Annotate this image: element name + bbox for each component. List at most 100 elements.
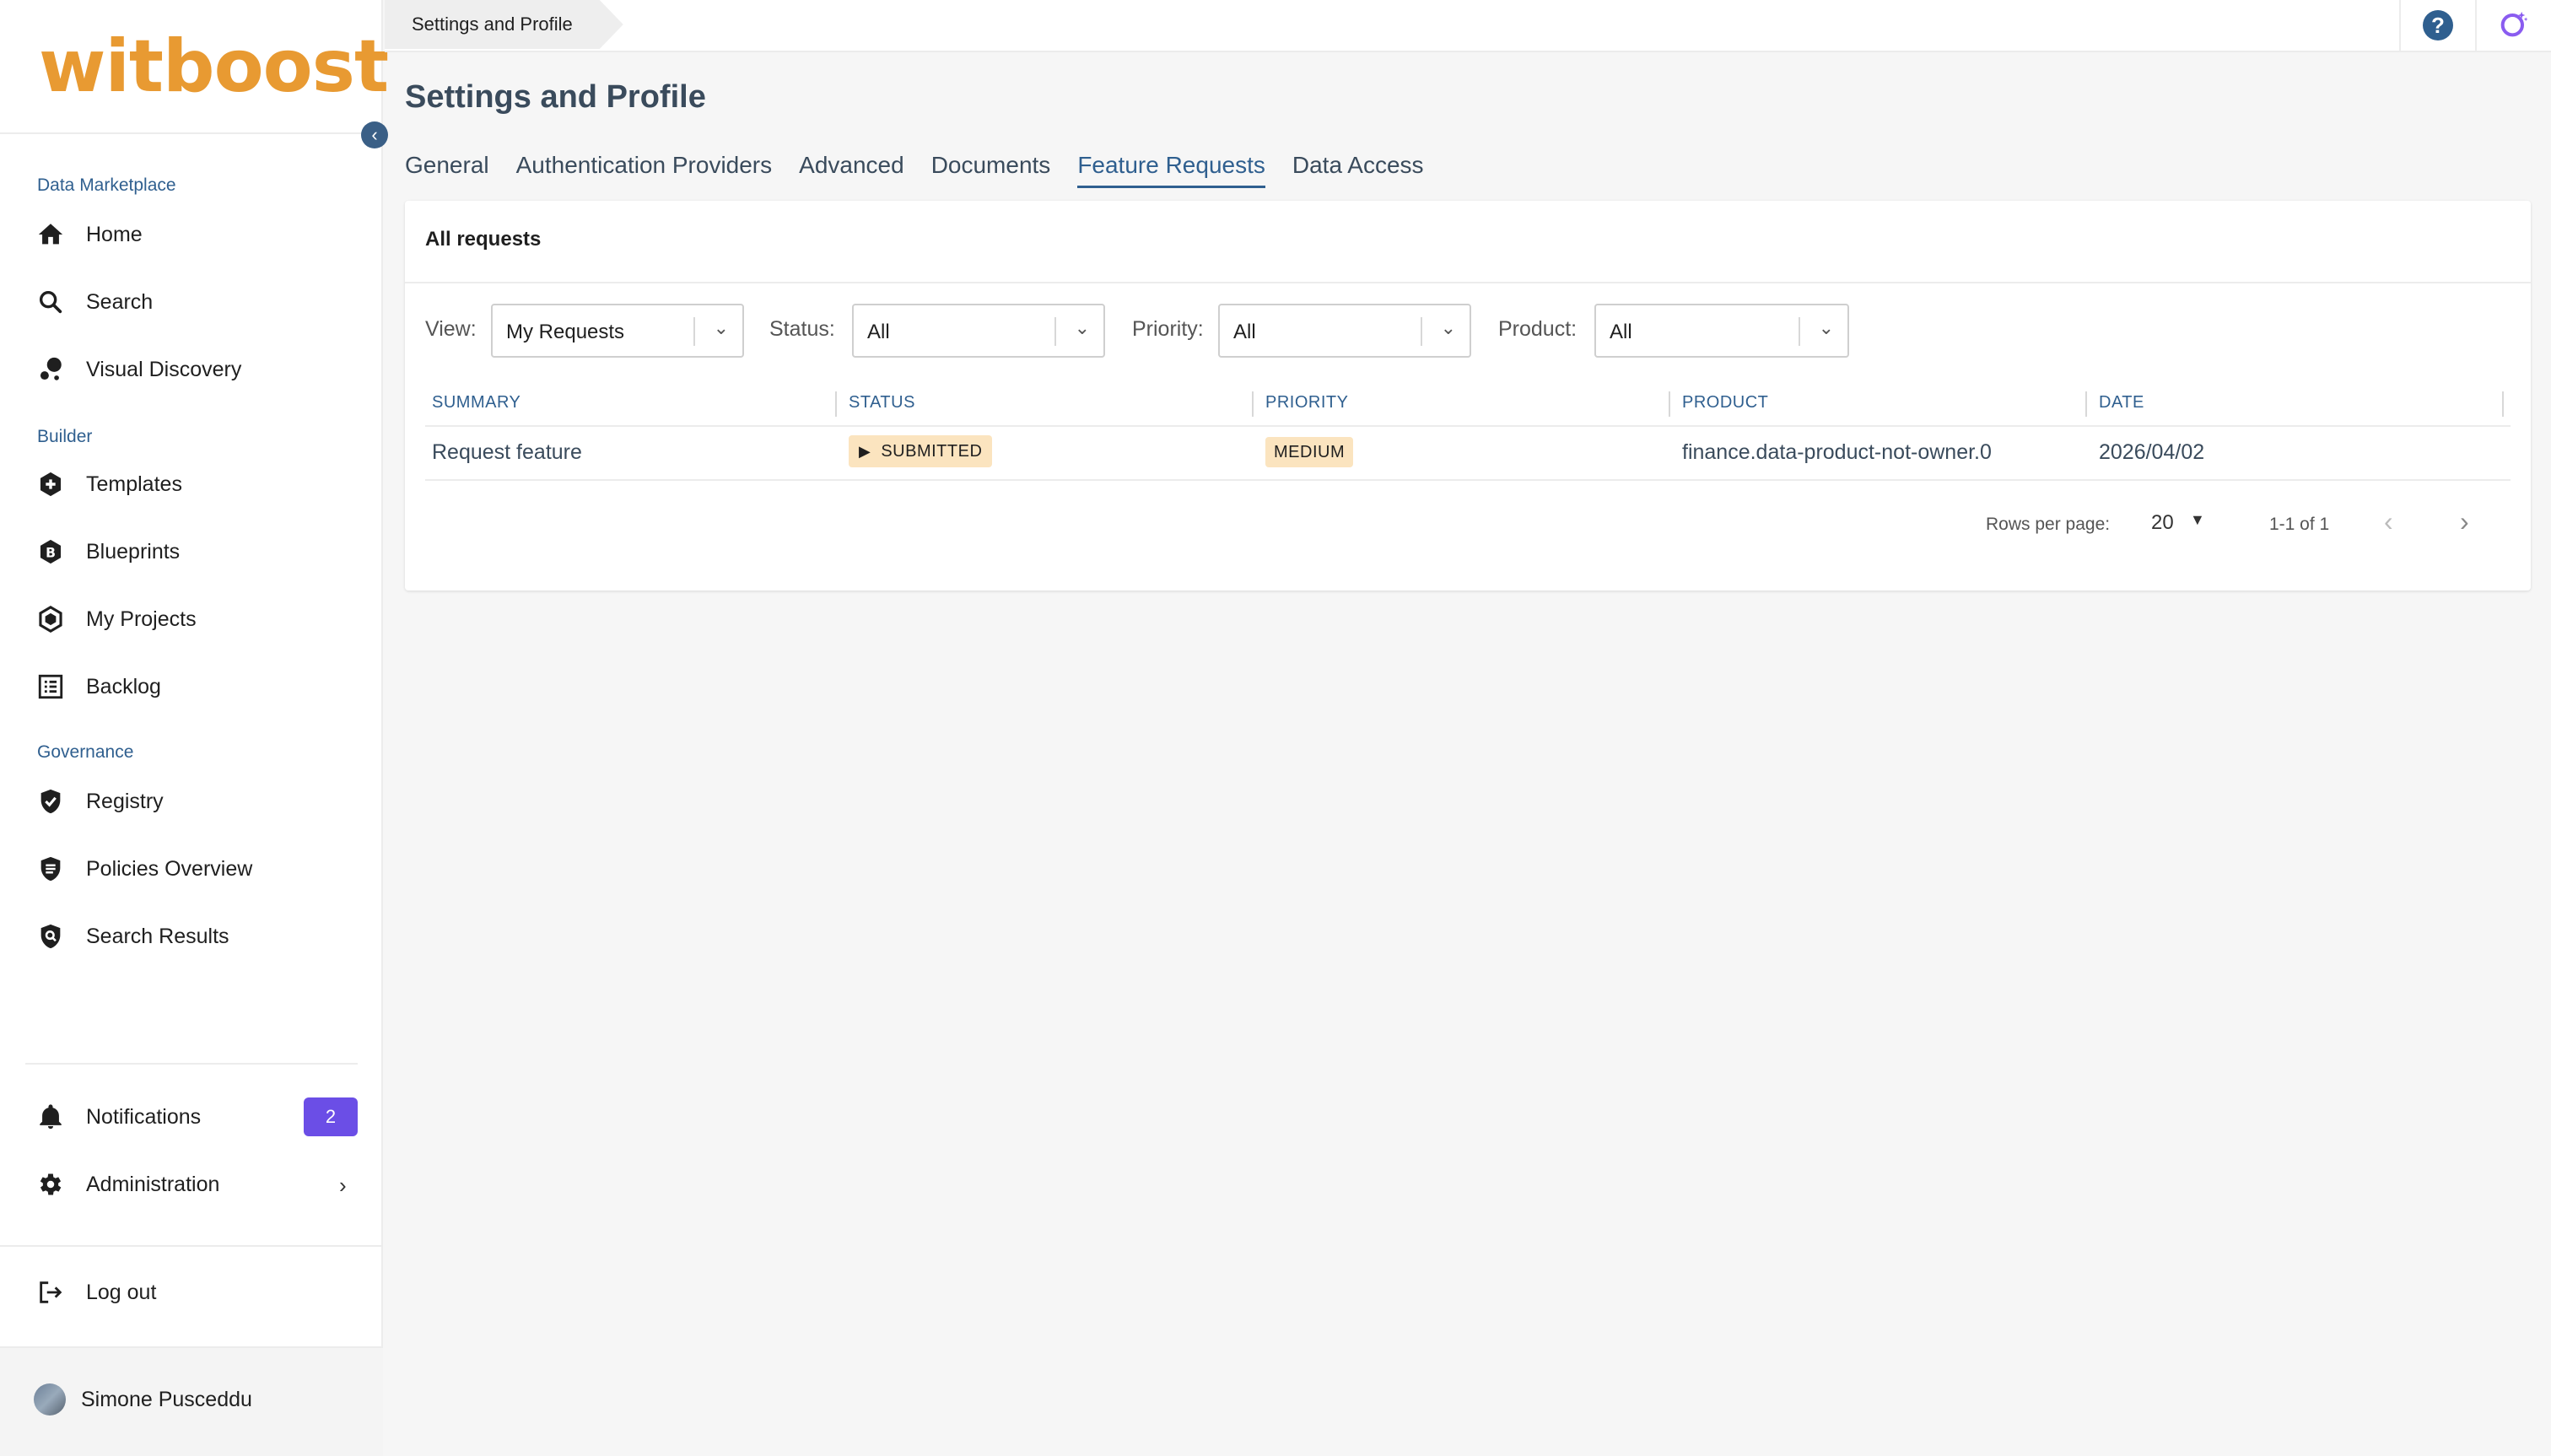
- collapse-sidebar-button[interactable]: ‹: [361, 121, 388, 148]
- divider: [0, 132, 383, 134]
- select-separator: [1421, 317, 1422, 346]
- sidebar-item-administration[interactable]: Administration: [34, 1161, 363, 1208]
- tab-feature-requests[interactable]: Feature Requests: [1077, 152, 1265, 188]
- product-select[interactable]: All ⌄: [1594, 304, 1849, 358]
- sidebar-item-label: Home: [86, 222, 143, 246]
- sidebar-item-policies-overview[interactable]: Policies Overview: [34, 845, 363, 892]
- tab-documents[interactable]: Documents: [931, 152, 1051, 188]
- sidebar-item-label: My Projects: [86, 607, 197, 631]
- priority-select[interactable]: All ⌄: [1218, 304, 1471, 358]
- sidebar-item-my-projects[interactable]: My Projects: [34, 596, 363, 643]
- sidebar-item-log-out[interactable]: Log out: [34, 1269, 363, 1316]
- add-hexagon-icon: [34, 467, 67, 501]
- home-icon: [34, 218, 67, 251]
- user-name: Simone Pusceddu: [81, 1387, 252, 1411]
- product-filter-label: Product:: [1498, 317, 1578, 341]
- sidebar-item-home[interactable]: Home: [34, 211, 363, 258]
- sidebar-item-label: Administration: [86, 1172, 220, 1196]
- column-separator: [835, 391, 837, 417]
- project-hexagon-icon: [34, 602, 67, 636]
- shield-list-icon: [34, 852, 67, 886]
- next-page-icon[interactable]: ›: [2460, 506, 2469, 537]
- help-button[interactable]: ?: [2399, 0, 2475, 51]
- list-icon: [34, 670, 67, 704]
- witboost-logo[interactable]: witboost: [39, 29, 389, 105]
- priority-badge-label: MEDIUM: [1274, 442, 1346, 461]
- sidebar-item-label: Visual Discovery: [86, 357, 242, 381]
- pagination-range: 1-1 of 1: [2269, 515, 2330, 534]
- column-header-priority[interactable]: PRIORITY: [1265, 393, 1348, 413]
- search-icon: [34, 285, 67, 319]
- caret-down-icon[interactable]: ▼: [2190, 511, 2205, 529]
- rows-per-page-label: Rows per page:: [1986, 515, 2111, 534]
- previous-page-icon[interactable]: ‹: [2384, 506, 2393, 537]
- tab-general[interactable]: General: [405, 152, 489, 188]
- request-summary-link[interactable]: Request feature: [432, 440, 582, 465]
- sidebar-item-search[interactable]: Search: [34, 278, 363, 326]
- requests-card: All requests View: My Requests ⌄ Status:…: [405, 201, 2531, 590]
- view-filter-label: View:: [425, 317, 477, 341]
- top-bar: Settings and Profile ?: [385, 0, 2551, 52]
- status-filter-label: Status:: [769, 317, 835, 341]
- divider: [25, 1063, 358, 1065]
- gear-icon: [34, 1167, 67, 1201]
- divider: [0, 1346, 383, 1348]
- select-separator: [1799, 317, 1800, 346]
- sidebar-item-label: Search Results: [86, 924, 229, 948]
- column-header-product[interactable]: PRODUCT: [1682, 393, 1768, 413]
- sidebar-item-label: Search: [86, 289, 154, 314]
- bubbles-icon: [34, 353, 67, 386]
- view-select[interactable]: My Requests ⌄: [491, 304, 744, 358]
- section-governance: Governance: [37, 742, 134, 762]
- divider: [425, 425, 2511, 427]
- user-profile[interactable]: Simone Pusceddu: [34, 1383, 252, 1416]
- column-separator: [1252, 391, 1254, 417]
- sidebar-item-label: Registry: [86, 789, 164, 813]
- status-select-value: All: [867, 321, 890, 343]
- column-header-date[interactable]: DATE: [2099, 393, 2144, 413]
- chevron-down-icon: ⌄: [1818, 317, 1834, 338]
- sidebar-item-blueprints[interactable]: B Blueprints: [34, 528, 363, 575]
- chevron-down-icon: ⌄: [1440, 317, 1456, 338]
- section-data-marketplace: Data Marketplace: [37, 175, 176, 195]
- page-title: Settings and Profile: [405, 79, 706, 115]
- shield-check-icon: [34, 785, 67, 818]
- tab-advanced[interactable]: Advanced: [799, 152, 904, 188]
- logout-icon: [34, 1275, 67, 1309]
- sidebar-item-label: Notifications: [86, 1104, 202, 1129]
- shield-search-icon: [34, 919, 67, 953]
- view-select-value: My Requests: [506, 321, 625, 343]
- chevron-down-icon: ⌄: [713, 317, 729, 338]
- assistant-button[interactable]: [2475, 0, 2551, 51]
- status-badge-label: SUBMITTED: [881, 441, 983, 461]
- card-title: All requests: [425, 228, 542, 251]
- sidebar-item-visual-discovery[interactable]: Visual Discovery: [34, 346, 363, 393]
- tab-data-access[interactable]: Data Access: [1292, 152, 1424, 188]
- section-builder: Builder: [37, 427, 93, 446]
- tab-authentication-providers[interactable]: Authentication Providers: [516, 152, 773, 188]
- sidebar: witboost Data Marketplace Home Search Vi…: [0, 0, 389, 1456]
- settings-tabs: General Authentication Providers Advance…: [405, 152, 1424, 188]
- column-header-summary[interactable]: SUMMARY: [432, 393, 520, 413]
- sidebar-item-label: Blueprints: [86, 539, 181, 564]
- divider: [405, 282, 2531, 283]
- sidebar-item-backlog[interactable]: Backlog: [34, 663, 363, 710]
- sidebar-item-templates[interactable]: Templates: [34, 461, 363, 508]
- status-select[interactable]: All ⌄: [852, 304, 1105, 358]
- priority-filter-label: Priority:: [1132, 317, 1204, 341]
- column-separator: [2502, 391, 2504, 417]
- chevron-right-icon[interactable]: ›: [339, 1173, 347, 1199]
- product-select-value: All: [1610, 321, 1632, 343]
- rows-per-page-select[interactable]: 20: [2151, 511, 2174, 535]
- sidebar-item-label: Policies Overview: [86, 856, 253, 881]
- sidebar-item-search-results[interactable]: Search Results: [34, 913, 363, 960]
- sidebar-item-label: Log out: [86, 1280, 157, 1304]
- blueprint-b-icon: B: [34, 535, 67, 569]
- breadcrumb[interactable]: Settings and Profile: [385, 0, 623, 49]
- column-header-status[interactable]: STATUS: [849, 393, 915, 413]
- sidebar-item-label: Templates: [86, 472, 182, 496]
- avatar: [34, 1383, 66, 1416]
- status-badge: ▶ SUBMITTED: [849, 435, 993, 467]
- chevron-down-icon: ⌄: [1074, 317, 1090, 338]
- sidebar-item-registry[interactable]: Registry: [34, 778, 363, 825]
